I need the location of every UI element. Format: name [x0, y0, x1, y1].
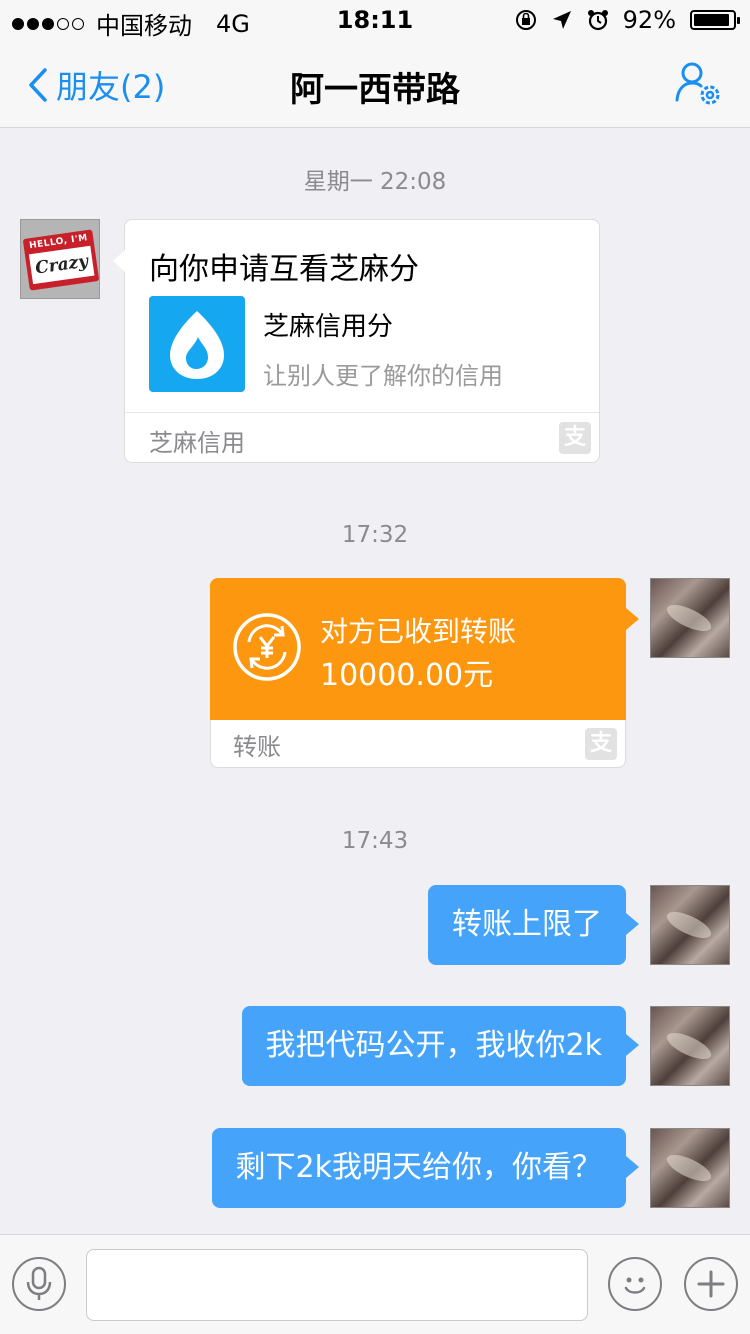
location-arrow-icon	[551, 9, 573, 31]
person-settings-icon	[675, 62, 720, 105]
transfer-status: 对方已收到转账	[320, 615, 517, 648]
card-description: 让别人更了解你的信用	[263, 362, 503, 390]
page-title: 阿一西带路	[290, 70, 460, 110]
transfer-yuan-icon	[233, 613, 301, 681]
battery-icon	[690, 10, 740, 30]
status-bar: 中国移动 4G 18:11 92%	[0, 0, 750, 40]
timestamp: 17:43	[341, 828, 409, 854]
timestamp: 17:32	[341, 522, 409, 548]
contact-avatar[interactable]: HELLO, I'M Crazy	[20, 219, 100, 299]
card-footer: 转账 支	[211, 719, 625, 767]
message-input[interactable]	[86, 1249, 588, 1321]
alipay-icon: 支	[559, 422, 591, 454]
timestamp: 星期一 22:08	[303, 169, 447, 195]
message-bubble[interactable]: 转账上限了	[428, 885, 639, 965]
alipay-icon: 支	[585, 728, 617, 760]
plus-icon	[697, 1270, 725, 1298]
transfer-card[interactable]: 对方已收到转账 10000.00元 转账 支	[210, 578, 639, 768]
my-avatar[interactable]	[650, 1128, 730, 1208]
avatar-name-tag: HELLO, I'M Crazy	[22, 229, 99, 291]
my-avatar[interactable]	[650, 885, 730, 965]
avatar-tag-name: Crazy	[28, 245, 95, 285]
alarm-icon	[587, 9, 609, 31]
my-avatar[interactable]	[650, 578, 730, 658]
card-title: 向你申请互看芝麻分	[149, 252, 419, 287]
input-bar	[0, 1234, 750, 1334]
card-footer: 芝麻信用 支	[125, 412, 599, 462]
smiley-icon	[624, 1277, 646, 1294]
status-right: 92%	[515, 6, 740, 34]
card-source: 芝麻信用	[149, 429, 245, 457]
voice-button[interactable]	[12, 1257, 66, 1311]
emoji-button[interactable]	[608, 1257, 662, 1311]
chat-settings-button[interactable]	[674, 60, 722, 108]
more-button[interactable]	[684, 1257, 738, 1311]
transfer-amount: 10000.00元	[320, 658, 494, 693]
sesame-logo-icon	[149, 296, 245, 392]
my-avatar[interactable]	[650, 1006, 730, 1086]
battery-percent: 92%	[622, 6, 676, 34]
microphone-icon	[26, 1266, 52, 1300]
message-bubble[interactable]: 剩下2k我明天给你，你看？	[211, 1128, 640, 1208]
sesame-credit-card[interactable]: 向你申请互看芝麻分 芝麻信用分 让别人更了解你的信用 芝麻信用 支	[113, 219, 600, 463]
message-bubble[interactable]: 我把代码公开，我收你2k	[241, 1006, 640, 1086]
rotation-lock-icon	[515, 9, 537, 31]
card-app-name: 芝麻信用分	[263, 312, 394, 342]
transfer-card-header: 对方已收到转账 10000.00元	[210, 578, 639, 720]
battery-fill	[694, 14, 729, 26]
nav-bar: 朋友(2) 阿一西带路	[0, 40, 750, 128]
card-source: 转账	[233, 733, 281, 761]
